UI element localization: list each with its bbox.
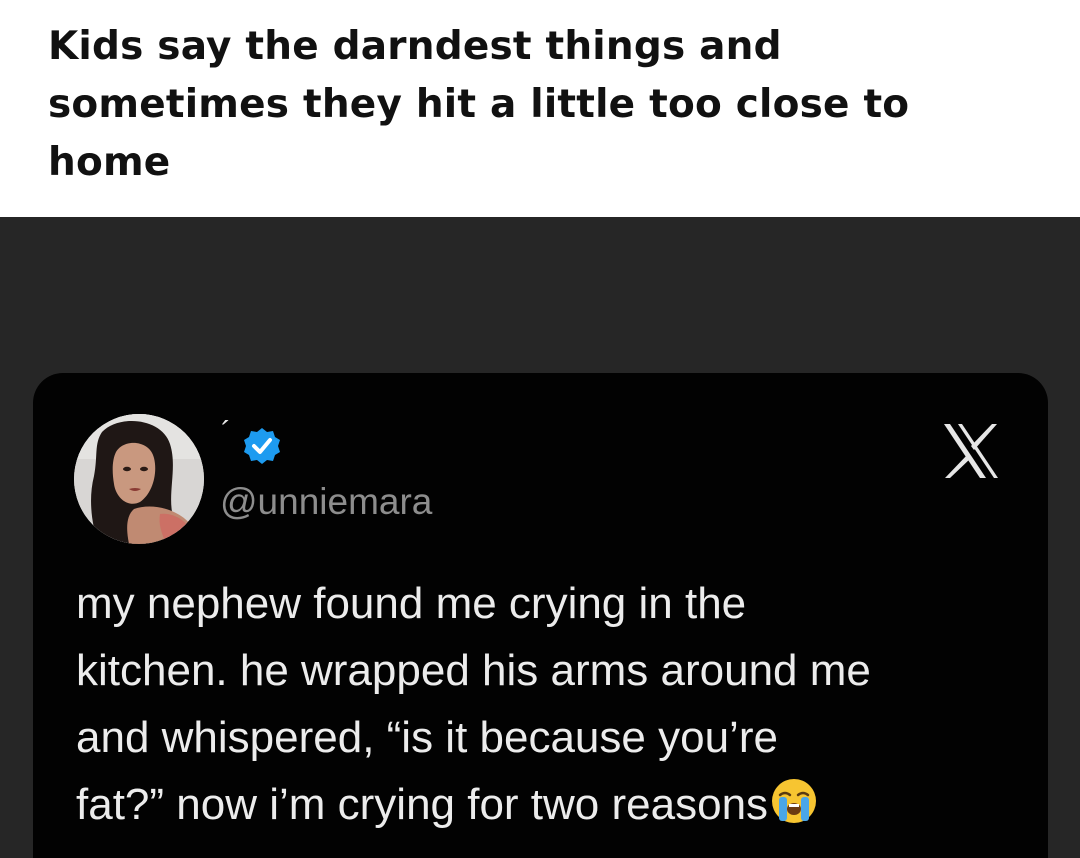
post-headline: Kids say the darndest things and sometim… [48,24,910,185]
tweet-text-line: my nephew found me crying in the [76,579,747,628]
tweet-text-line: and whispered, “is it because you’re [76,713,778,762]
display-name[interactable]: ´ [221,418,231,448]
tweet-body: my nephew found me crying in the kitchen… [76,570,1036,838]
headline-band: Kids say the darndest things and sometim… [0,0,1080,217]
tweet-text-line: fat?” now i’m crying for two reasons [76,780,769,829]
meme-page: Kids say the darndest things and sometim… [0,0,1080,858]
user-handle[interactable]: @unniemara [220,480,432,524]
avatar[interactable] [74,414,204,544]
loudly-crying-face-icon [770,777,818,825]
verified-badge-icon [242,426,282,466]
avatar-photo [74,414,204,544]
tweet-text-line-last: fat?” now i’m crying for two reasons [76,771,1036,838]
tweet-text-line: kitchen. he wrapped his arms around me [76,646,871,695]
x-logo-icon[interactable] [940,420,1002,482]
